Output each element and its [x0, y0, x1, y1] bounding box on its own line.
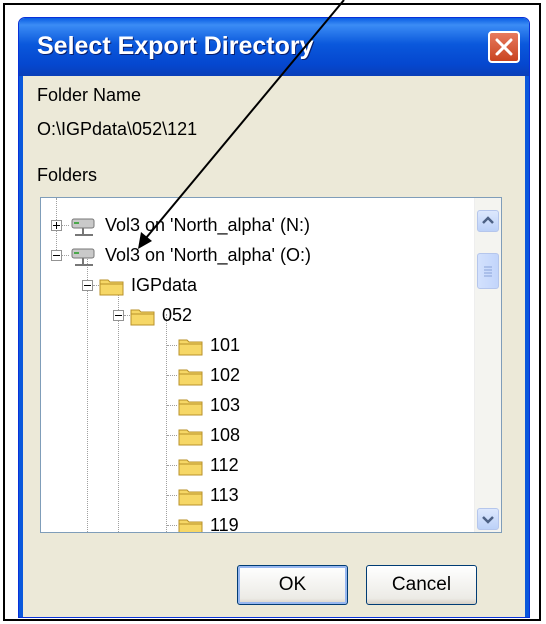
expand-toggle[interactable]	[51, 220, 62, 231]
tree-item-112[interactable]: 112	[178, 451, 239, 480]
tree-item-drive-o[interactable]: Vol3 on 'North_alpha' (O:)	[69, 241, 311, 270]
tree-item-label: 101	[210, 335, 241, 355]
tree-item-label: 103	[210, 395, 241, 415]
tree-line	[61, 225, 69, 226]
tree-item-119[interactable]: 119	[178, 511, 239, 533]
folder-icon	[178, 459, 203, 475]
tree-item-052[interactable]: 052	[130, 301, 192, 330]
tree-item-108[interactable]: 108	[178, 421, 240, 450]
close-button[interactable]	[488, 31, 520, 63]
network-drive-icon	[71, 248, 95, 266]
folder-icon	[178, 369, 203, 385]
folder-icon	[178, 519, 203, 532]
scroll-up-button[interactable]	[477, 210, 499, 232]
tree-item-drive-n[interactable]: Vol3 on 'North_alpha' (N:)	[69, 211, 310, 240]
tree-item-label: Vol3 on 'North_alpha' (O:)	[105, 245, 311, 265]
left-border	[19, 76, 23, 617]
tree-line	[167, 465, 177, 466]
tree-item-103[interactable]: 103	[178, 391, 240, 420]
tree-line	[166, 314, 167, 532]
folder-icon	[178, 489, 203, 505]
tree-item-label: 113	[210, 485, 239, 505]
cancel-button[interactable]: Cancel	[366, 565, 477, 605]
scroll-thumb[interactable]	[477, 253, 499, 289]
dialog-title: Select Export Directory	[37, 32, 314, 60]
vertical-scrollbar[interactable]	[474, 198, 501, 532]
tree-item-113[interactable]: 113	[178, 481, 239, 510]
folder-name-label: Folder Name	[37, 85, 142, 105]
tree-item-label: 112	[210, 455, 239, 475]
title-bar[interactable]: Select Export Directory	[19, 18, 529, 76]
folder-tree[interactable]: Vol3 on 'North_alpha' (N:) Vol3 on 'Nort…	[40, 197, 502, 533]
folder-icon	[178, 339, 203, 355]
folder-icon	[178, 429, 203, 445]
ok-button[interactable]: OK	[237, 565, 348, 605]
tree-item-label: IGPdata	[131, 275, 198, 295]
tree-item-label: 102	[210, 365, 241, 385]
chevron-up-icon	[482, 216, 494, 224]
tree-line	[61, 255, 69, 256]
chevron-down-icon	[482, 516, 494, 524]
tree-line	[167, 405, 177, 406]
tree-line	[87, 254, 88, 532]
tree-line	[167, 375, 177, 376]
open-folder-icon	[99, 279, 124, 295]
tree-item-igpdata[interactable]: IGPdata	[99, 271, 197, 300]
network-drive-icon	[71, 218, 95, 236]
tree-line	[167, 495, 177, 496]
folder-path-value: O:\IGPdata\052\121	[37, 119, 198, 139]
tree-line	[118, 284, 119, 532]
tree-item-101[interactable]: 101	[178, 331, 240, 360]
tree-item-label: 052	[162, 305, 193, 325]
collapse-toggle[interactable]	[113, 310, 124, 321]
tree-line	[167, 525, 177, 526]
tree-item-label: 119	[210, 515, 239, 533]
tree-item-label: 108	[210, 425, 241, 445]
tree-item-102[interactable]: 102	[178, 361, 240, 390]
collapse-toggle[interactable]	[82, 280, 93, 291]
tree-line	[167, 435, 177, 436]
tree-item-label: Vol3 on 'North_alpha' (N:)	[105, 215, 310, 235]
folders-label: Folders	[37, 165, 98, 185]
close-icon	[495, 38, 513, 56]
scroll-down-button[interactable]	[477, 508, 499, 530]
open-folder-icon	[130, 309, 155, 325]
select-export-directory-dialog: Select Export Directory Folder Name O:\I…	[18, 17, 530, 618]
right-border	[525, 76, 529, 617]
folder-icon	[178, 399, 203, 415]
tree-line	[167, 345, 177, 346]
grip-icon	[484, 266, 492, 277]
collapse-toggle[interactable]	[51, 250, 62, 261]
